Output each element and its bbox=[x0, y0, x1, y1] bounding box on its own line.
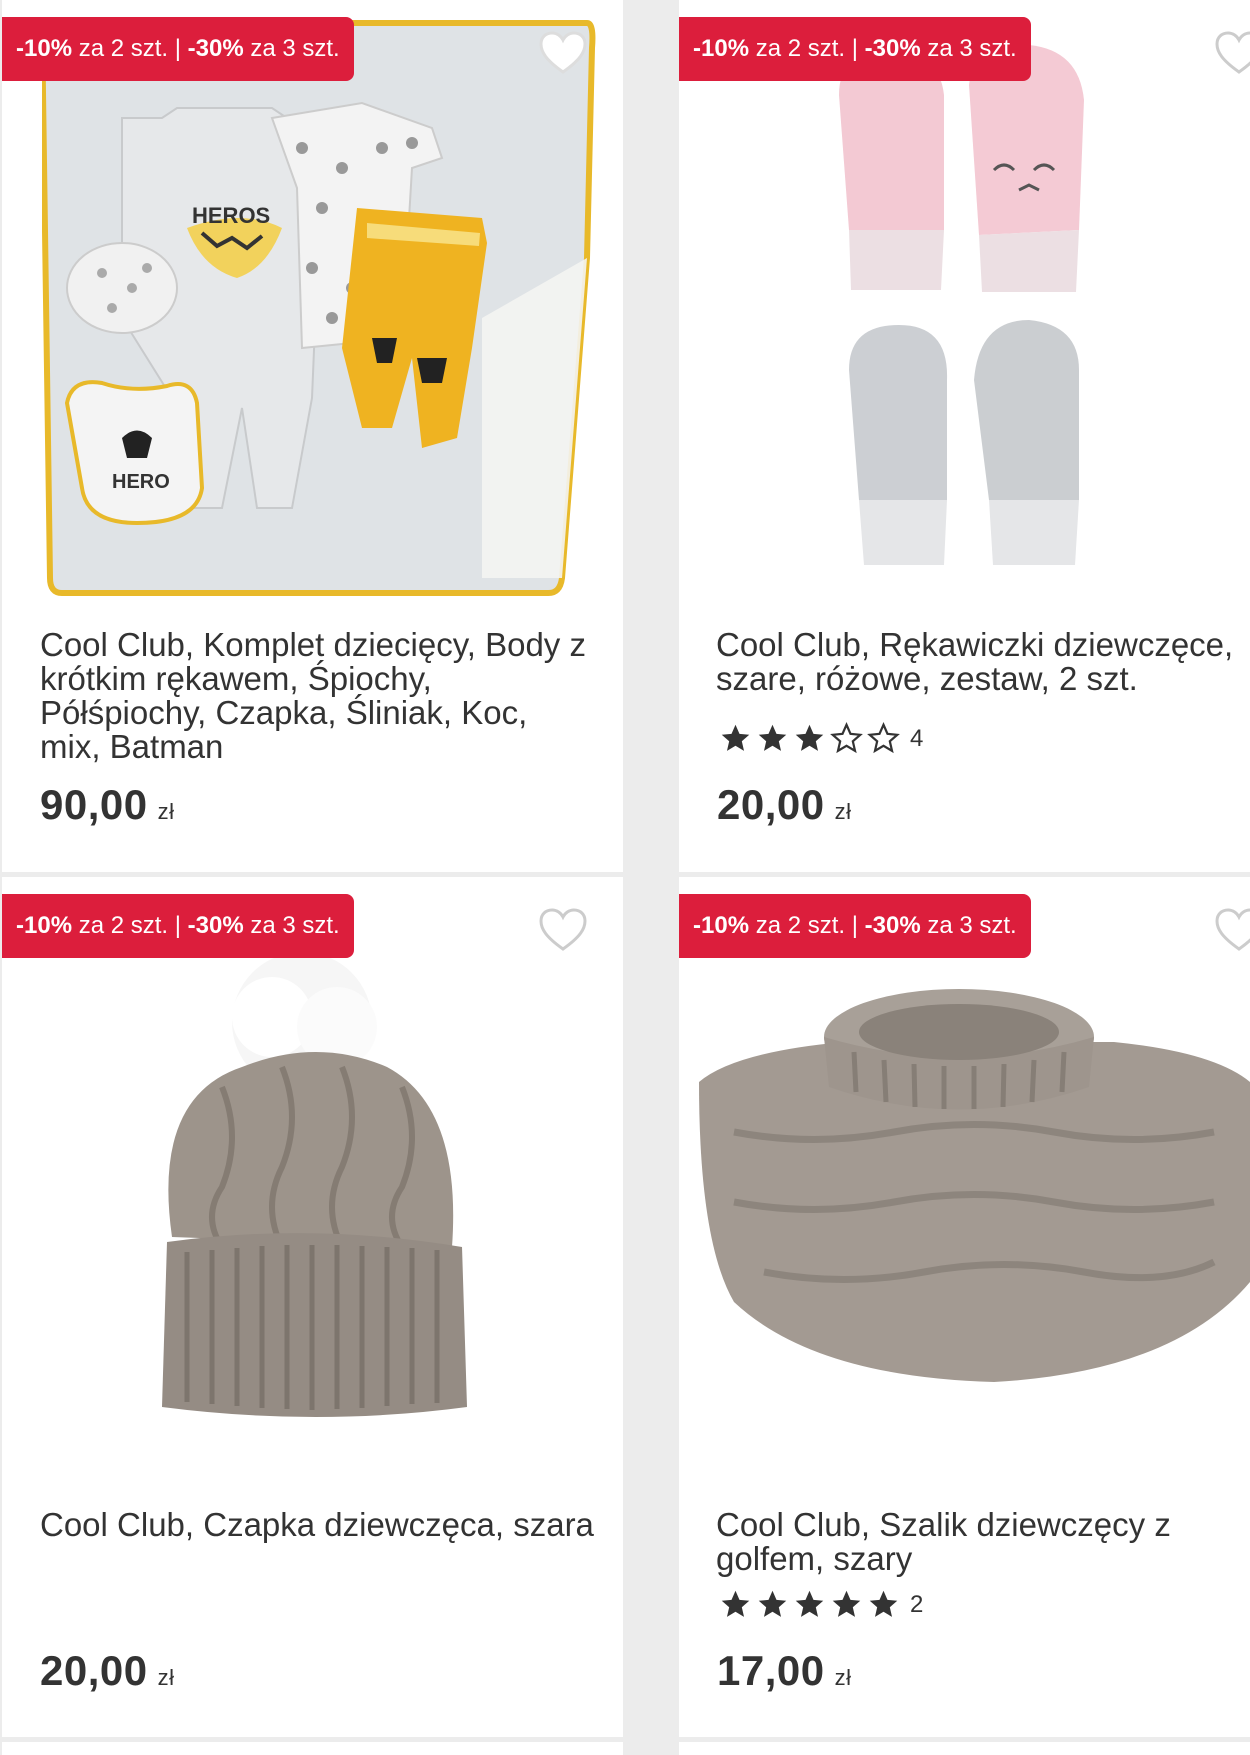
star-outline-icon bbox=[867, 722, 900, 754]
promo-text-3: za 3 szt. bbox=[243, 912, 340, 939]
product-card-partial[interactable] bbox=[2, 1742, 623, 1755]
promo-text-3: za 3 szt. bbox=[920, 912, 1017, 939]
product-title[interactable]: Cool Club, Rękawiczki dziewczęce, szare,… bbox=[716, 628, 1250, 696]
svg-text:HERO: HERO bbox=[112, 471, 170, 493]
product-card[interactable]: -10% za 2 szt. | -30% za 3 szt. HEROS HE… bbox=[2, 0, 623, 872]
product-price: 17,00 zł bbox=[717, 1647, 852, 1695]
review-count: 2 bbox=[910, 1590, 924, 1618]
promo-discount-2: -10% bbox=[693, 35, 750, 62]
product-image-turtleneck-scarf[interactable] bbox=[694, 982, 1250, 1392]
price-currency: zł bbox=[834, 1665, 852, 1690]
svg-text:HEROS: HEROS bbox=[192, 203, 270, 228]
wishlist-heart-icon[interactable] bbox=[1214, 30, 1250, 76]
star-filled-icon bbox=[795, 1590, 824, 1617]
promo-discount-2: -10% bbox=[16, 912, 73, 939]
promo-text-2: za 2 szt. | bbox=[749, 912, 865, 939]
rating-stars: 2 bbox=[719, 1588, 923, 1621]
price-value: 90,00 bbox=[40, 781, 148, 828]
price-currency: zł bbox=[157, 1665, 175, 1690]
price-value: 20,00 bbox=[717, 781, 825, 828]
product-price: 20,00 zł bbox=[717, 781, 852, 829]
product-grid: -10% za 2 szt. | -30% za 3 szt. HEROS HE… bbox=[0, 0, 1250, 1755]
product-card[interactable]: -10% za 2 szt. | -30% za 3 szt. Cool Clu… bbox=[679, 0, 1250, 872]
star-filled-icon bbox=[795, 724, 824, 751]
product-title[interactable]: Cool Club, Komplet dziecięcy, Body z kró… bbox=[40, 628, 595, 764]
price-currency: zł bbox=[157, 799, 175, 824]
product-price: 20,00 zł bbox=[40, 1647, 175, 1695]
product-price: 90,00 zł bbox=[40, 781, 175, 829]
product-card-partial[interactable] bbox=[679, 1742, 1250, 1755]
star-filled-icon bbox=[758, 1590, 787, 1617]
promo-discount-2: -10% bbox=[16, 35, 73, 62]
promo-discount-3: -30% bbox=[864, 912, 921, 939]
product-image-pompom-hat[interactable] bbox=[152, 957, 482, 1447]
review-count: 4 bbox=[910, 724, 924, 752]
promo-discount-2: -10% bbox=[693, 912, 750, 939]
star-filled-icon bbox=[758, 724, 787, 751]
promo-text-3: za 3 szt. bbox=[920, 35, 1017, 62]
star-filled-icon bbox=[832, 1590, 861, 1617]
star-outline-icon bbox=[830, 722, 863, 754]
product-image-batman-set[interactable]: HEROS HERO bbox=[42, 18, 597, 598]
product-title[interactable]: Cool Club, Czapka dziewczęca, szara bbox=[40, 1508, 595, 1542]
promo-text-2: za 2 szt. | bbox=[749, 35, 865, 62]
promo-text-2: za 2 szt. | bbox=[72, 35, 188, 62]
rating-stars: 4 bbox=[719, 722, 923, 755]
promo-badge: -10% za 2 szt. | -30% za 3 szt. bbox=[679, 894, 1031, 958]
promo-discount-3: -30% bbox=[187, 912, 244, 939]
wishlist-heart-icon[interactable] bbox=[538, 30, 588, 76]
promo-text-2: za 2 szt. | bbox=[72, 912, 188, 939]
promo-badge: -10% za 2 szt. | -30% za 3 szt. bbox=[2, 894, 354, 958]
product-image-mittens[interactable] bbox=[829, 40, 1129, 580]
star-filled-icon bbox=[869, 1590, 898, 1617]
wishlist-heart-icon[interactable] bbox=[1214, 907, 1250, 953]
promo-discount-3: -30% bbox=[187, 35, 244, 62]
star-filled-icon bbox=[721, 724, 750, 751]
product-card[interactable]: -10% za 2 szt. | -30% za 3 szt. Cool Clu… bbox=[679, 877, 1250, 1737]
promo-badge: -10% za 2 szt. | -30% za 3 szt. bbox=[679, 17, 1031, 81]
promo-badge: -10% za 2 szt. | -30% za 3 szt. bbox=[2, 17, 354, 81]
promo-discount-3: -30% bbox=[864, 35, 921, 62]
product-title[interactable]: Cool Club, Szalik dziewczęcy z golfem, s… bbox=[716, 1508, 1250, 1576]
wishlist-heart-icon[interactable] bbox=[538, 907, 588, 953]
price-value: 20,00 bbox=[40, 1647, 148, 1694]
price-value: 17,00 bbox=[717, 1647, 825, 1694]
price-currency: zł bbox=[834, 799, 852, 824]
star-filled-icon bbox=[721, 1590, 750, 1617]
product-card[interactable]: -10% za 2 szt. | -30% za 3 szt. Cool Clu… bbox=[2, 877, 623, 1737]
promo-text-3: za 3 szt. bbox=[243, 35, 340, 62]
